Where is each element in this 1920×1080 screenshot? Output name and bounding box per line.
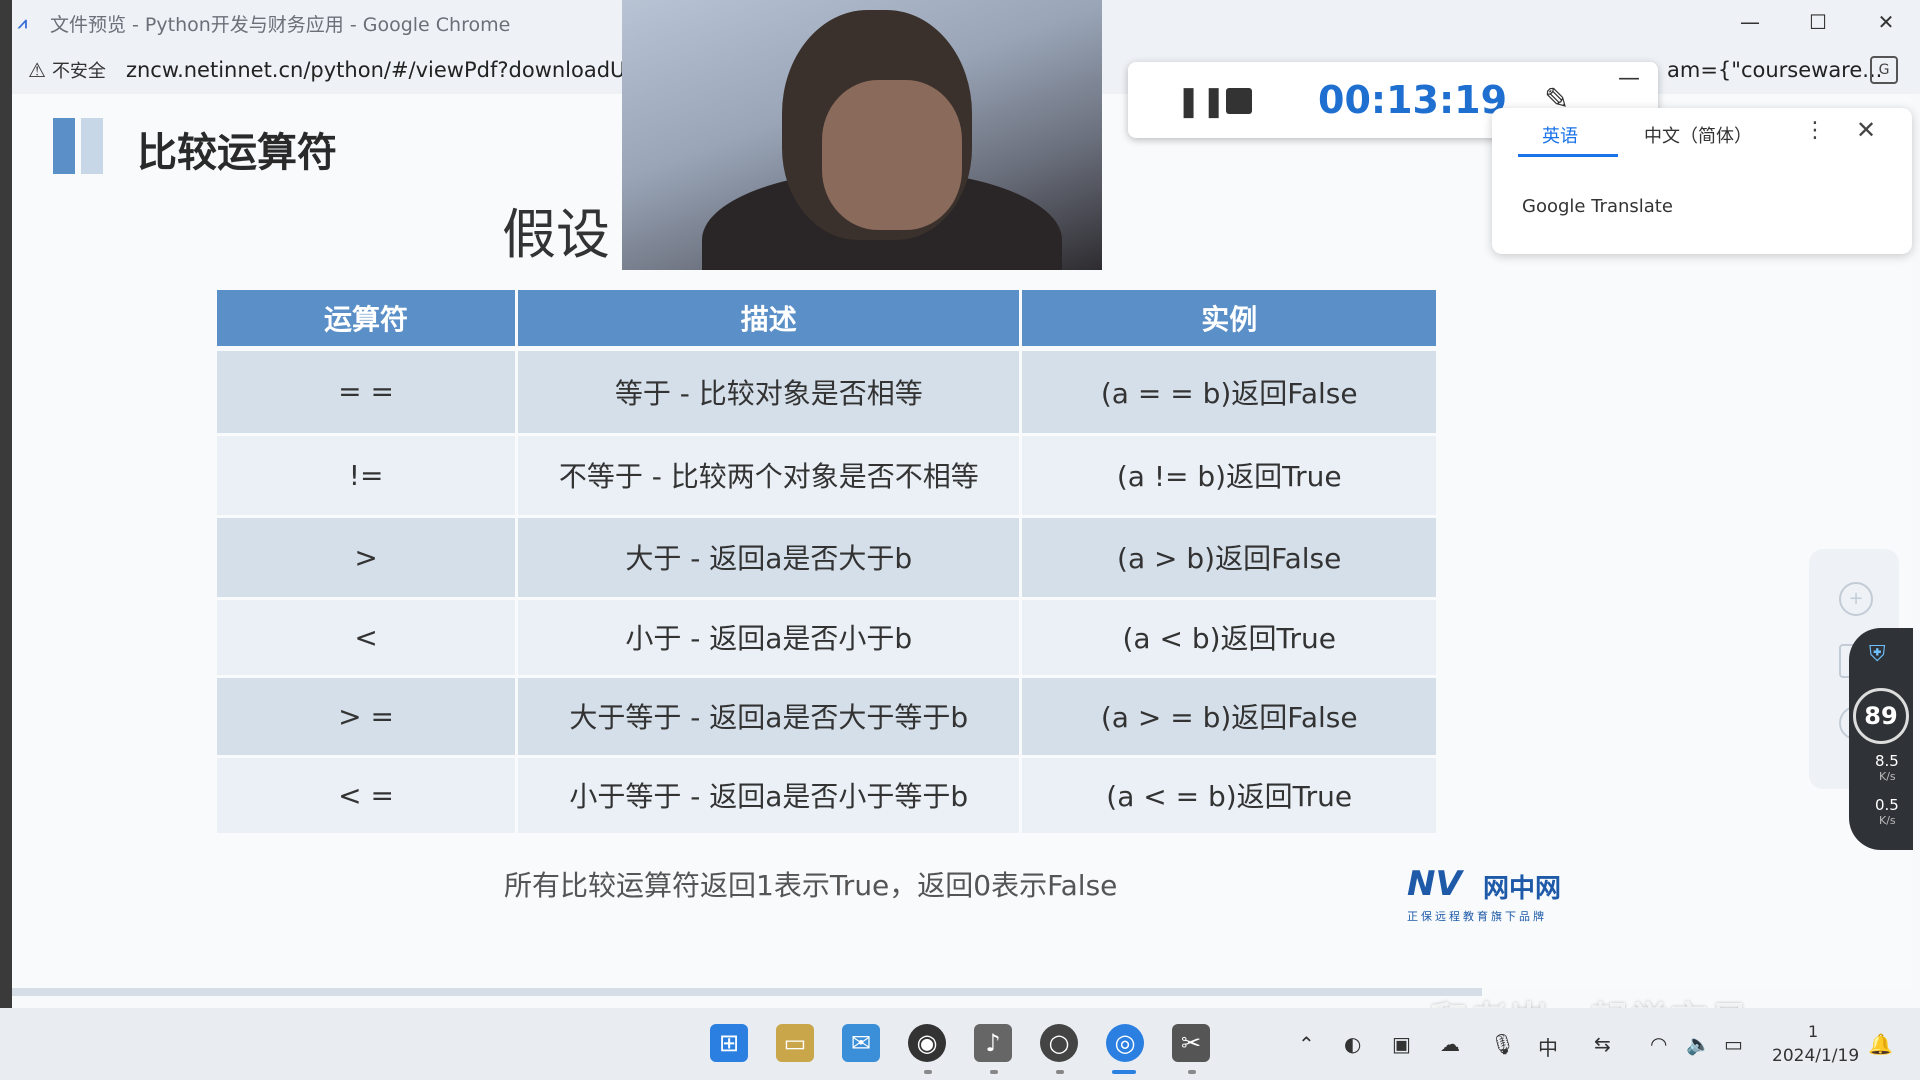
table-row: > 大于 - 返回a是否大于b (a > b)返回False [217, 516, 1439, 600]
wifi-icon[interactable]: ◠ [1650, 1032, 1667, 1056]
slide-footnote: 所有比较运算符返回1表示True，返回0表示False [504, 869, 1118, 902]
clock-time[interactable]: 1 [1808, 1022, 1818, 1041]
mail-app-icon[interactable]: ✉ [842, 1024, 880, 1062]
pause-icon[interactable]: ❚❚ [1176, 84, 1226, 119]
description-cell: 等于 - 比较对象是否相等 [516, 348, 1023, 436]
network-app-icon[interactable]: ◐ [1344, 1032, 1361, 1056]
start-menu-icon[interactable]: ⊞ [710, 1024, 748, 1062]
example-cell: (a = = b)返回False [1020, 348, 1439, 436]
table-row: < 小于 - 返回a是否小于b (a < b)返回True [217, 598, 1439, 678]
close-window-button[interactable]: ✕ [1874, 10, 1898, 34]
example-cell: (a != b)返回True [1020, 434, 1439, 518]
operator-cell: != [217, 434, 519, 518]
download-unit: K/s [1879, 814, 1896, 827]
tab-target-language[interactable]: 中文（简体） [1644, 122, 1752, 148]
upload-speed: 8.5 [1875, 752, 1899, 770]
active-tab-indicator [1518, 154, 1618, 157]
capture-app-icon[interactable]: ◎ [1106, 1024, 1144, 1062]
percent-gauge: 89 [1853, 688, 1909, 744]
network-monitor-widget[interactable]: ⛨ 89 8.5 K/s 0.5 K/s [1849, 628, 1913, 850]
file-explorer-icon[interactable]: ▭ [776, 1024, 814, 1062]
table-row: > = 大于等于 - 返回a是否大于等于b (a > = b)返回False [217, 676, 1439, 758]
close-icon[interactable]: ✕ [1856, 116, 1876, 144]
security-indicator[interactable]: ⚠ 不安全 [28, 57, 106, 83]
chevron-up-icon[interactable]: ⌃ [1298, 1032, 1315, 1056]
operators-table: 运算符 描述 实例 = = 等于 - 比较对象是否相等 (a = = b)返回F… [217, 290, 1439, 836]
volume-icon[interactable]: 🔈 [1686, 1032, 1711, 1056]
description-cell: 大于 - 返回a是否大于b [516, 516, 1023, 600]
pinned-app-icon[interactable]: ♪ [974, 1024, 1012, 1062]
page-scroll-bar[interactable] [12, 988, 1482, 996]
logo-tagline: 正保远程教育旗下品牌 [1407, 910, 1547, 923]
operator-cell: = = [217, 348, 519, 436]
running-indicator [1188, 1070, 1196, 1074]
operator-cell: < = [217, 756, 519, 836]
recording-timer: 00:13:19 [1318, 78, 1508, 122]
google-translate-brand: Google Translate [1522, 196, 1673, 217]
running-indicator [990, 1070, 998, 1074]
logo-mark: NV [1407, 864, 1462, 904]
ime-indicator[interactable]: 中 [1538, 1032, 1558, 1061]
column-header: 描述 [516, 290, 1023, 351]
url-text[interactable]: zncw.netinnet.cn/python/#/viewPdf?downlo… [126, 58, 634, 82]
minimize-recorder-icon[interactable]: — [1618, 66, 1640, 91]
table-row: = = 等于 - 比较对象是否相等 (a = = b)返回False [217, 348, 1439, 436]
battery-icon[interactable]: ▭ [1724, 1032, 1743, 1056]
chrome-icon[interactable]: ◉ [908, 1024, 946, 1062]
maximize-button[interactable]: ☐ [1806, 10, 1830, 34]
google-translate-popup: 英语 中文（简体） ⋮ ✕ Google Translate [1492, 108, 1912, 254]
example-cell: (a > = b)返回False [1020, 676, 1439, 758]
column-header: 运算符 [217, 290, 519, 351]
example-cell: (a < b)返回True [1020, 598, 1439, 678]
warning-icon: ⚠ [28, 58, 46, 82]
table-row: != 不等于 - 比较两个对象是否不相等 (a != b)返回True [217, 434, 1439, 518]
stop-icon[interactable] [1226, 88, 1252, 114]
running-indicator [1056, 1070, 1064, 1074]
active-indicator [1112, 1070, 1136, 1074]
netinnet-logo: NV 网中网 正保远程教育旗下品牌 [1407, 864, 1587, 924]
microphone-icon[interactable]: 🎙 [1490, 1032, 1515, 1056]
operator-cell: > = [217, 676, 519, 758]
tab-source-language[interactable]: 英语 [1542, 122, 1578, 148]
description-cell: 小于等于 - 返回a是否小于等于b [516, 756, 1023, 836]
translate-page-icon[interactable]: G [1870, 56, 1898, 84]
description-cell: 大于等于 - 返回a是否大于等于b [516, 676, 1023, 758]
example-cell: (a < = b)返回True [1020, 756, 1439, 836]
heading-accent-bar-light [81, 118, 103, 174]
upload-unit: K/s [1879, 770, 1896, 783]
url-tail-text[interactable]: am={"courseware... [1667, 58, 1882, 82]
slide-heading: 比较运算符 [137, 130, 337, 176]
cloud-icon[interactable]: ☁ [1440, 1032, 1460, 1056]
taskbar: ⊞ ▭ ✉ ◉ ♪ ○ ◎ ✂ ⌃ ◐ ▣ ☁ 🎙 中 ⇆ ◠ 🔈 ▭ 1 20… [0, 1008, 1920, 1080]
operator-cell: < [217, 598, 519, 678]
running-indicator [924, 1070, 932, 1074]
app-logo-icon: ⩘ [18, 13, 28, 32]
webcam-overlay [622, 0, 1102, 270]
table-header-row: 运算符 描述 实例 [217, 290, 1439, 351]
clock-date[interactable]: 2024/1/19 [1772, 1046, 1859, 1066]
recorder-app-icon[interactable]: ○ [1040, 1024, 1078, 1062]
zoom-in-icon[interactable]: + [1839, 582, 1873, 616]
heading-accent-bar [53, 118, 75, 174]
tray-app-icon[interactable]: ▣ [1392, 1032, 1411, 1056]
minimize-button[interactable]: — [1738, 10, 1762, 34]
shield-icon: ⛨ [1869, 642, 1886, 667]
snipping-tool-icon[interactable]: ✂ [1172, 1024, 1210, 1062]
description-cell: 小于 - 返回a是否小于b [516, 598, 1023, 678]
example-cell: (a > b)返回False [1020, 516, 1439, 600]
slide-subheading: 假设 [502, 203, 610, 266]
column-header: 实例 [1020, 290, 1439, 351]
window-title: 文件预览 - Python开发与财务应用 - Google Chrome [50, 13, 511, 36]
presenter-face [822, 80, 962, 230]
security-label: 不安全 [51, 61, 106, 82]
table-row: < = 小于等于 - 返回a是否小于等于b (a < = b)返回True [217, 756, 1439, 836]
logo-name: 网中网 [1483, 874, 1562, 904]
operator-cell: > [217, 516, 519, 600]
description-cell: 不等于 - 比较两个对象是否不相等 [516, 434, 1023, 518]
input-switch-icon[interactable]: ⇆ [1594, 1032, 1611, 1056]
notification-icon[interactable]: 🔔 [1868, 1032, 1893, 1056]
download-speed: 0.5 [1875, 796, 1899, 814]
more-options-icon[interactable]: ⋮ [1804, 118, 1826, 143]
left-window-edge [0, 0, 12, 1008]
